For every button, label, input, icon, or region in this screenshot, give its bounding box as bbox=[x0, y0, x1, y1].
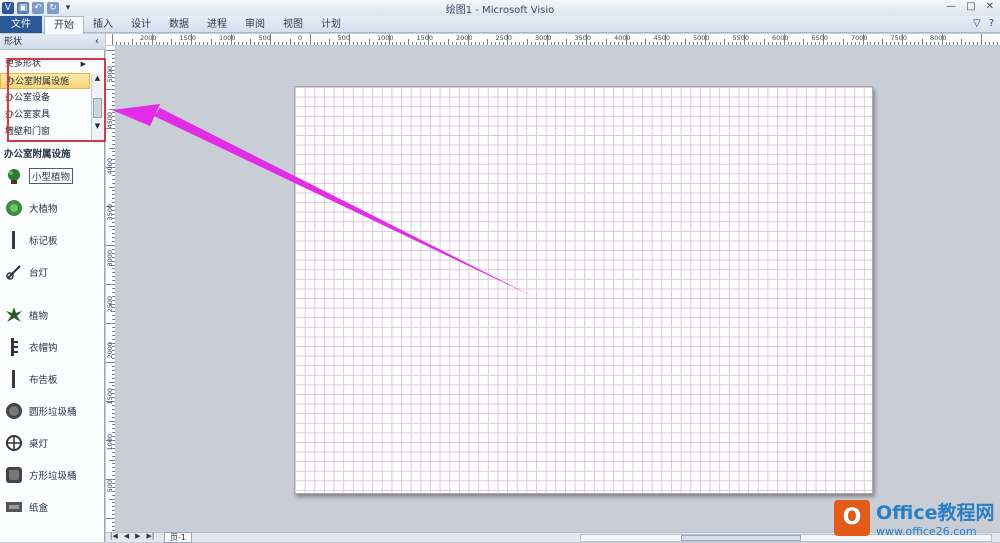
next-page-button[interactable]: ▶ bbox=[135, 532, 140, 540]
watermark: O Office教程网 www.office26.com bbox=[834, 494, 1000, 542]
annotation-arrow bbox=[112, 104, 536, 298]
horizontal-scroll-thumb[interactable] bbox=[681, 535, 801, 541]
watermark-url: www.office26.com bbox=[876, 525, 977, 538]
first-page-button[interactable]: |◀ bbox=[110, 532, 118, 540]
watermark-text: Office教程网 www.office26.com bbox=[876, 498, 995, 538]
office-logo-icon: O bbox=[834, 500, 870, 536]
watermark-title: Office教程网 bbox=[876, 502, 995, 524]
arrow-head bbox=[112, 104, 160, 126]
last-page-button[interactable]: ▶| bbox=[147, 532, 155, 540]
prev-page-button[interactable]: ◀ bbox=[124, 532, 129, 540]
page-tab[interactable]: 页-1 bbox=[164, 532, 192, 543]
page-navigation: |◀ ◀ ▶ ▶| bbox=[110, 532, 154, 540]
arrow-shaft bbox=[154, 108, 536, 298]
